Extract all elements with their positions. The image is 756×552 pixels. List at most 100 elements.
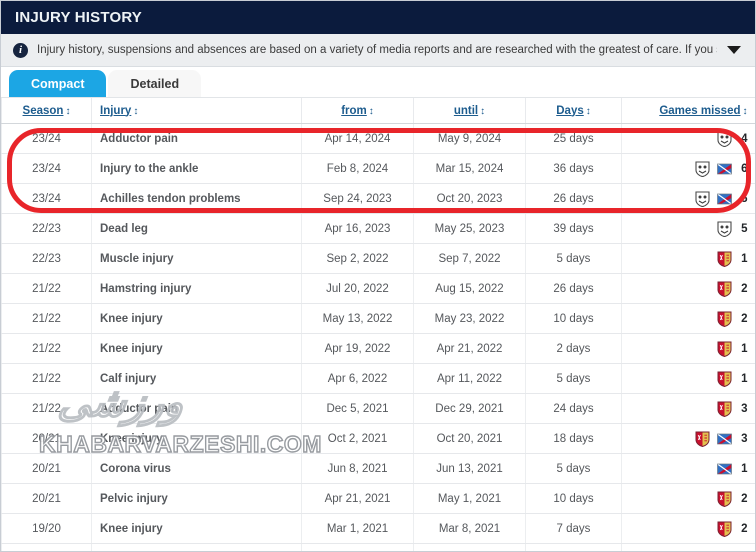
- cell-days: 5 days: [525, 453, 622, 484]
- cell-season: 21/22: [1, 363, 92, 394]
- games-missed-group: 1: [630, 341, 748, 357]
- column-header-injury[interactable]: Injury ↕: [91, 97, 302, 124]
- info-disclaimer-bar[interactable]: i Injury history, suspensions and absenc…: [1, 34, 755, 67]
- table-row[interactable]: 19/20 Knee injury Mar 1, 2021 Mar 8, 2021 7 …: [1, 513, 755, 544]
- club-crest-blue-red-flag-icon: [716, 463, 732, 474]
- cell-injury[interactable]: Knee injury: [91, 333, 302, 364]
- cell-from: Sep 24, 2023: [301, 183, 414, 214]
- cell-injury[interactable]: Adductor pain: [91, 123, 302, 154]
- table-row[interactable]: 21/22 Knee injury Apr 19, 2022 Apr 21, 2022…: [1, 333, 755, 364]
- table-row[interactable]: 20/21 Knee injury Oct 2, 2021 Oct 20, 2021 1…: [1, 423, 755, 454]
- club-crest-red-gold-shield-icon: [717, 401, 731, 417]
- cell-days: 10 days: [525, 483, 622, 514]
- sort-arrow-icon[interactable]: ↕: [133, 106, 138, 117]
- cell-season: 22/23: [1, 213, 92, 244]
- table-row[interactable]: 23/24 Adductor pain Apr 14, 2024 May 9, 202…: [1, 123, 755, 154]
- cell-injury[interactable]: Dead leg: [91, 213, 302, 244]
- games-missed-count: 1: [741, 372, 748, 385]
- cell-injury[interactable]: Calf injury: [91, 363, 302, 394]
- cell-from: Jun 8, 2021: [301, 453, 414, 484]
- column-header-until[interactable]: until ↕: [413, 97, 526, 124]
- club-crest-red-gold-shield-icon: [717, 341, 731, 357]
- cell-season: 21/22: [1, 303, 92, 334]
- cell-games-missed: 2: [621, 303, 755, 334]
- column-header-from[interactable]: from ↕: [301, 97, 414, 124]
- club-crest-red-gold-shield-icon: [717, 251, 731, 267]
- table-row[interactable]: 18/19Hip injuryDec 15, 2019Jan 22, 20203…: [1, 543, 755, 551]
- cell-until: Jun 13, 2021: [413, 453, 526, 484]
- cell-until: Sep 7, 2022: [413, 243, 526, 274]
- cell-injury[interactable]: Muscle injury: [91, 243, 302, 274]
- cell-injury[interactable]: Achilles tendon problems: [91, 183, 302, 214]
- table-row[interactable]: 23/24 Achilles tendon problems Sep 24, 202…: [1, 183, 755, 214]
- cell-until: May 9, 2024: [413, 123, 526, 154]
- table-row[interactable]: 20/21 Corona virus Jun 8, 2021 Jun 13, 2021…: [1, 453, 755, 484]
- cell-injury[interactable]: Corona virus: [91, 453, 302, 484]
- column-header-season-label[interactable]: Season: [23, 105, 64, 117]
- cell-injury[interactable]: Hamstring injury: [91, 273, 302, 304]
- cell-games-missed: 2: [621, 483, 755, 514]
- cell-injury[interactable]: Adductor pain: [91, 393, 302, 424]
- games-missed-count: 2: [741, 522, 748, 535]
- sort-arrow-icon[interactable]: ↕: [743, 106, 748, 117]
- cell-injury[interactable]: Injury to the ankle: [91, 153, 302, 184]
- column-header-games-missed[interactable]: Games missed ↕: [621, 97, 755, 124]
- table-row[interactable]: 22/23 Muscle injury Sep 2, 2022 Sep 7, 2022…: [1, 243, 755, 274]
- sort-arrow-icon[interactable]: ↕: [480, 106, 485, 117]
- cell-injury[interactable]: Pelvic injury: [91, 483, 302, 514]
- table-row[interactable]: 21/22 Calf injury Apr 6, 2022 Apr 11, 2022 5…: [1, 363, 755, 394]
- cell-from: Sep 2, 2022: [301, 243, 414, 274]
- cell-games-missed: 5: [621, 213, 755, 244]
- sort-arrow-icon[interactable]: ↕: [369, 106, 374, 117]
- sort-arrow-icon[interactable]: ↕: [65, 106, 70, 117]
- cell-until: Mar 15, 2024: [413, 153, 526, 184]
- cell-injury[interactable]: Knee injury: [91, 513, 302, 544]
- games-missed-count: 2: [741, 312, 748, 325]
- games-missed-count: 3: [741, 432, 748, 445]
- games-missed-count: 2: [741, 492, 748, 505]
- column-header-until-label[interactable]: until: [454, 105, 478, 117]
- games-missed-group: 5: [630, 190, 748, 207]
- cell-until: May 1, 2021: [413, 483, 526, 514]
- tab-compact[interactable]: Compact: [9, 70, 107, 97]
- cell-season: 20/21: [1, 423, 92, 454]
- cell-until: Aug 15, 2022: [413, 273, 526, 304]
- cell-days: 5 days: [525, 243, 622, 274]
- column-header-days[interactable]: Days ↕: [525, 97, 622, 124]
- games-missed-count: 6: [741, 162, 748, 175]
- cell-games-missed: 1: [621, 363, 755, 394]
- cell-season: 22/23: [1, 243, 92, 274]
- cell-days: 18 days: [525, 423, 622, 454]
- cell-until: Apr 21, 2022: [413, 333, 526, 364]
- games-missed-count: 5: [741, 192, 748, 205]
- cell-season: 21/22: [1, 333, 92, 364]
- cell-injury[interactable]: Knee injury: [91, 423, 302, 454]
- view-mode-tabs: Compact Detailed: [1, 67, 755, 97]
- table-row[interactable]: 22/23 Dead leg Apr 16, 2023 May 25, 2023 39 …: [1, 213, 755, 244]
- chevron-down-icon[interactable]: [727, 46, 741, 54]
- cell-until: May 25, 2023: [413, 213, 526, 244]
- cell-days: 26 days: [525, 273, 622, 304]
- column-header-days-label[interactable]: Days: [556, 105, 584, 117]
- column-header-from-label[interactable]: from: [341, 105, 367, 117]
- games-missed-group: 1: [630, 251, 748, 267]
- cell-injury[interactable]: Hip injury: [91, 543, 302, 551]
- cell-days: 25 days: [525, 123, 622, 154]
- widget-title-bar: INJURY HISTORY: [1, 1, 755, 34]
- column-header-games-missed-label[interactable]: Games missed: [659, 105, 740, 117]
- column-header-season[interactable]: Season ↕: [1, 97, 92, 124]
- sort-arrow-icon[interactable]: ↕: [586, 106, 591, 117]
- cell-from: Apr 6, 2022: [301, 363, 414, 394]
- table-row[interactable]: 21/22 Adductor pain Dec 5, 2021 Dec 29, 202…: [1, 393, 755, 424]
- table-row[interactable]: 23/24 Injury to the ankle Feb 8, 2024 Mar 1…: [1, 153, 755, 184]
- cell-days: 38 days: [525, 543, 622, 551]
- table-row[interactable]: 20/21 Pelvic injury Apr 21, 2021 May 1, 202…: [1, 483, 755, 514]
- injury-history-widget: INJURY HISTORY i Injury history, suspens…: [0, 0, 756, 552]
- table-row[interactable]: 21/22 Knee injury May 13, 2022 May 23, 2022…: [1, 303, 755, 334]
- cell-injury[interactable]: Knee injury: [91, 303, 302, 334]
- tab-detailed[interactable]: Detailed: [108, 70, 202, 97]
- club-crest-white-shield-icon: [716, 130, 732, 147]
- table-row[interactable]: 21/22 Hamstring injury Jul 20, 2022 Aug 15,…: [1, 273, 755, 304]
- column-header-injury-label[interactable]: Injury: [100, 105, 131, 117]
- cell-from: Dec 15, 2019: [301, 543, 414, 551]
